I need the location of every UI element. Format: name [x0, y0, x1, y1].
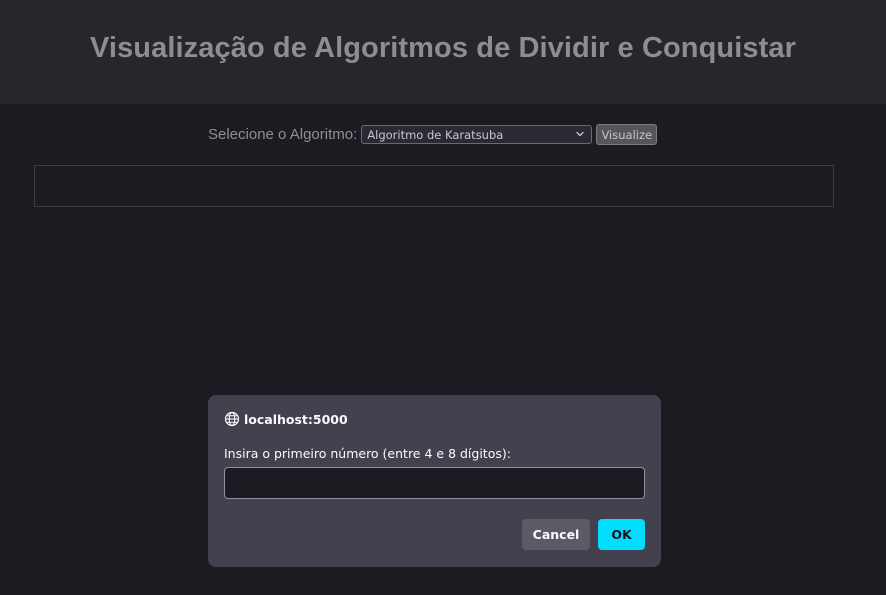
globe-icon — [224, 411, 240, 427]
prompt-dialog: localhost:5000 Insira o primeiro número … — [208, 395, 661, 567]
page: Visualização de Algoritmos de Dividir e … — [0, 0, 886, 595]
algorithm-select-value: Algoritmo de Karatsuba — [367, 127, 504, 142]
dialog-origin-text: localhost:5000 — [244, 411, 348, 427]
algorithm-controls: Selecione o Algoritmo: Algoritmo de Kara… — [208, 124, 658, 145]
cancel-button[interactable]: Cancel — [522, 519, 590, 550]
page-header: Visualização de Algoritmos de Dividir e … — [0, 0, 886, 104]
ok-button[interactable]: OK — [598, 519, 645, 550]
dialog-input[interactable] — [224, 467, 645, 499]
visualization-output — [34, 165, 834, 207]
chevron-down-icon — [576, 131, 584, 137]
algorithm-select-label: Selecione o Algoritmo: — [208, 126, 358, 143]
dialog-prompt-text: Insira o primeiro número (entre 4 e 8 dí… — [224, 446, 511, 461]
dialog-origin: localhost:5000 — [224, 411, 348, 427]
visualize-button[interactable]: Visualize — [596, 124, 658, 145]
page-title: Visualização de Algoritmos de Dividir e … — [90, 32, 796, 64]
algorithm-select[interactable]: Algoritmo de Karatsuba — [361, 125, 593, 144]
